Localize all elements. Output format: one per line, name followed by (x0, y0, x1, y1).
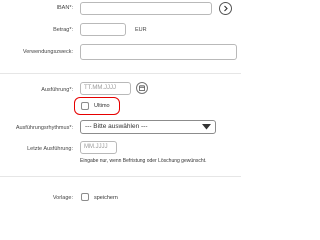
verwendungszweck-input[interactable] (80, 44, 237, 60)
separator (0, 176, 241, 177)
betrag-label: Betrag*: (53, 27, 73, 33)
rhythmus-selected-value: --- Bitte auswählen --- (85, 123, 148, 130)
vorlage-label: Vorlage: (52, 195, 73, 201)
ausfuehrung-placeholder: TT.MM.JJJJ (84, 85, 116, 91)
iban-input[interactable] (80, 2, 212, 15)
letzte-hint: Eingabe nur, wenn Befristung oder Löschu… (80, 158, 207, 164)
separator (0, 73, 241, 74)
ausfuehrung-label: Ausführung*: (41, 87, 73, 93)
verwendungszweck-label: Verwendungszweck: (22, 49, 73, 55)
currency-label: EUR (135, 27, 147, 33)
speichern-checkbox[interactable] (81, 193, 89, 201)
caret-down-icon (202, 124, 211, 130)
iban-next-button[interactable] (219, 2, 232, 15)
iban-label: IBAN*: (56, 5, 73, 11)
calendar-button[interactable] (136, 82, 148, 94)
calendar-icon (139, 85, 145, 91)
ultimo-label: Ultimo (94, 103, 110, 109)
letzte-label: Letzte Ausführung: (27, 146, 73, 152)
chevron-right-icon (224, 5, 228, 12)
speichern-label: speichern (94, 195, 118, 201)
betrag-input[interactable] (80, 23, 126, 36)
ultimo-checkbox[interactable] (81, 102, 89, 110)
letzte-placeholder: MM.JJJJ (84, 144, 108, 150)
rhythmus-label: Ausführungsrhythmus*: (15, 125, 73, 131)
